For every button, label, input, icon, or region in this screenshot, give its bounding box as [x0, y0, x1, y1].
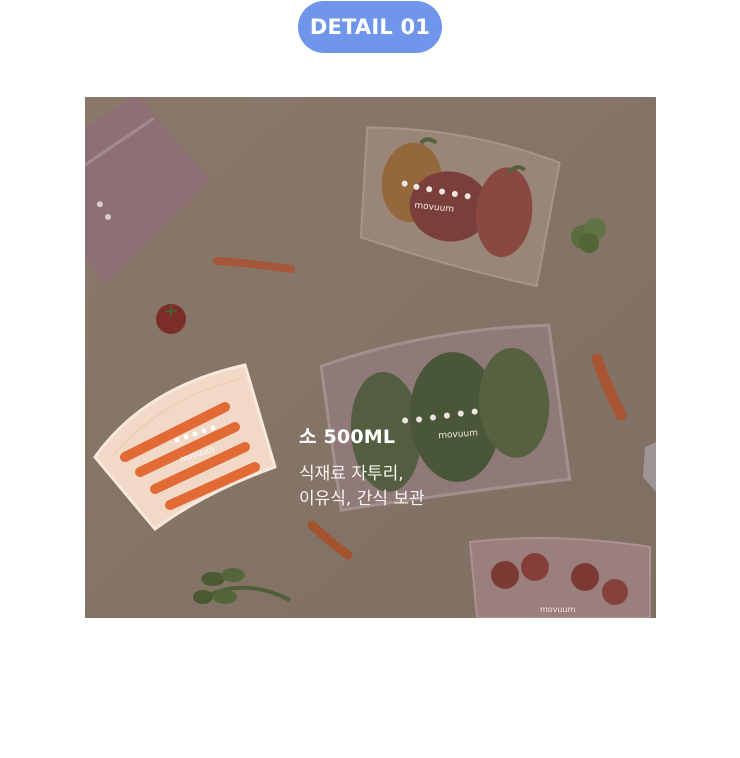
product-photo: movuum movuum movuum movuum 소 500ML 식재료 …	[85, 97, 656, 618]
caption-line: 식재료 자투리,	[299, 464, 404, 484]
caption-description: 식재료 자투리, 이유식, 간식 보관	[299, 462, 425, 512]
pouch-tomatoes: movuum	[468, 537, 651, 618]
product-photo-illustration: movuum movuum movuum movuum	[85, 97, 656, 618]
caption-line: 이유식, 간식 보관	[299, 489, 425, 509]
svg-text:movuum: movuum	[540, 605, 576, 614]
cherry-tomato	[156, 304, 186, 334]
caption-title: 소 500ML	[299, 426, 396, 448]
product-caption: 소 500ML 식재료 자투리, 이유식, 간식 보관	[299, 424, 425, 512]
detail-badge: DETAIL 01	[298, 1, 442, 53]
